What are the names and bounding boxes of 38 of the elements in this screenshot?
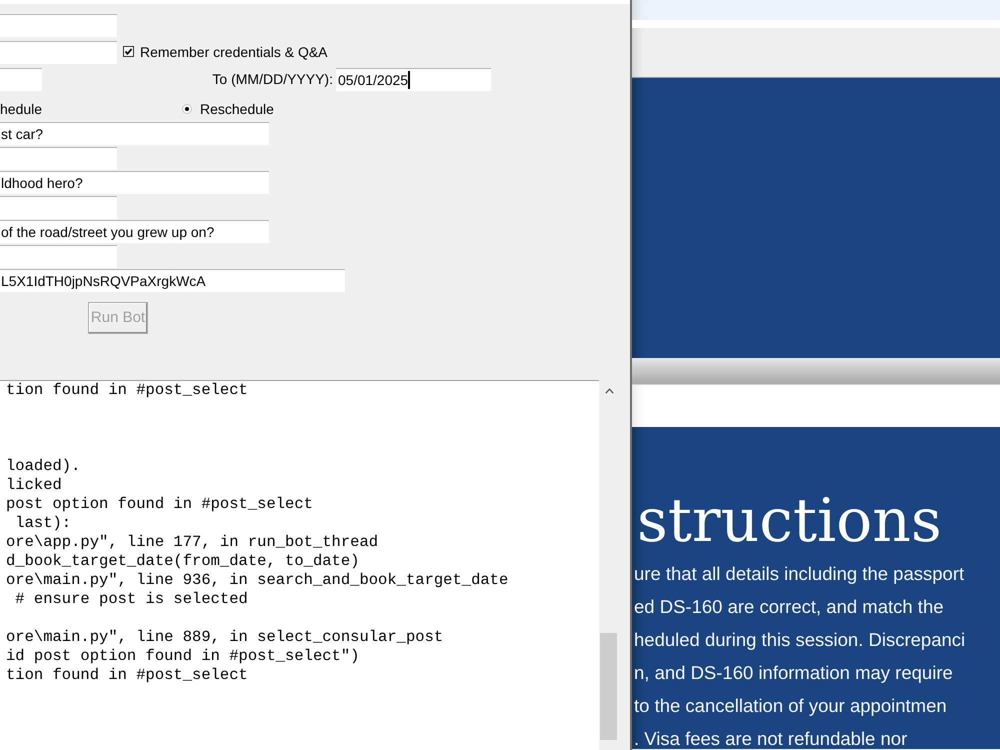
log-line: tion found in #post_select xyxy=(6,666,248,685)
question-field[interactable]: st car? xyxy=(0,122,269,145)
log-line: ore\main.py", line 889, in select_consular_post xyxy=(6,628,444,647)
log-line: ore\main.py", line 936, in search_and_book_target_date xyxy=(6,571,508,590)
answer-field[interactable] xyxy=(0,147,117,170)
page-heading: structions xyxy=(637,491,942,551)
question-field[interactable]: of the road/street you grew up on? xyxy=(0,220,269,243)
text-field[interactable] xyxy=(0,14,117,37)
paragraph-line: ure that all details including the passport xyxy=(634,562,964,586)
checkbox-label: Remember credentials & Q&A xyxy=(140,43,328,62)
paragraph-line: n, and DS-160 information may require xyxy=(634,661,953,685)
date-field[interactable] xyxy=(0,68,42,91)
log-line: # ensure post is selected xyxy=(14,590,248,609)
log-line: licked xyxy=(6,476,62,495)
radio-label: Reschedule xyxy=(200,100,274,118)
scrollbar-thumb[interactable] xyxy=(600,633,617,740)
paragraph-line: to the cancellation of your appointmen xyxy=(634,694,947,718)
log-line: last): xyxy=(14,514,72,533)
date-label: To (MM/DD/YYYY): xyxy=(212,70,333,89)
date-field[interactable]: 05/01/2025 xyxy=(336,68,491,91)
radio-button[interactable] xyxy=(182,104,192,114)
log-line: id post option found in #post_select") xyxy=(6,647,360,666)
option-label: hedule xyxy=(0,100,42,118)
log-line: loaded). xyxy=(6,457,80,476)
checkbox[interactable] xyxy=(123,46,134,57)
text-field[interactable] xyxy=(0,41,117,64)
chevron-up-icon[interactable] xyxy=(605,388,614,394)
log-line: ore\app.py", line 177, in run_bot_thread xyxy=(6,533,378,552)
question-field[interactable]: ldhood hero? xyxy=(0,171,269,194)
paragraph-line: heduled during this session. Discrepanci xyxy=(634,628,966,652)
answer-field[interactable] xyxy=(0,196,117,219)
log-line: d_book_target_date(from_date, to_date) xyxy=(6,552,360,571)
log-line: post option found in #post_select xyxy=(6,495,313,514)
paragraph-line: . Visa fees are not refundable nor xyxy=(634,727,908,750)
paragraph-line: ed DS-160 are correct, and match the xyxy=(634,595,944,619)
token-field[interactable]: L5X1IdTH0jpNsRQVPaXrgkWcA xyxy=(0,269,345,292)
answer-field[interactable] xyxy=(0,245,117,268)
log-line: tion found in #post_select xyxy=(6,381,248,400)
